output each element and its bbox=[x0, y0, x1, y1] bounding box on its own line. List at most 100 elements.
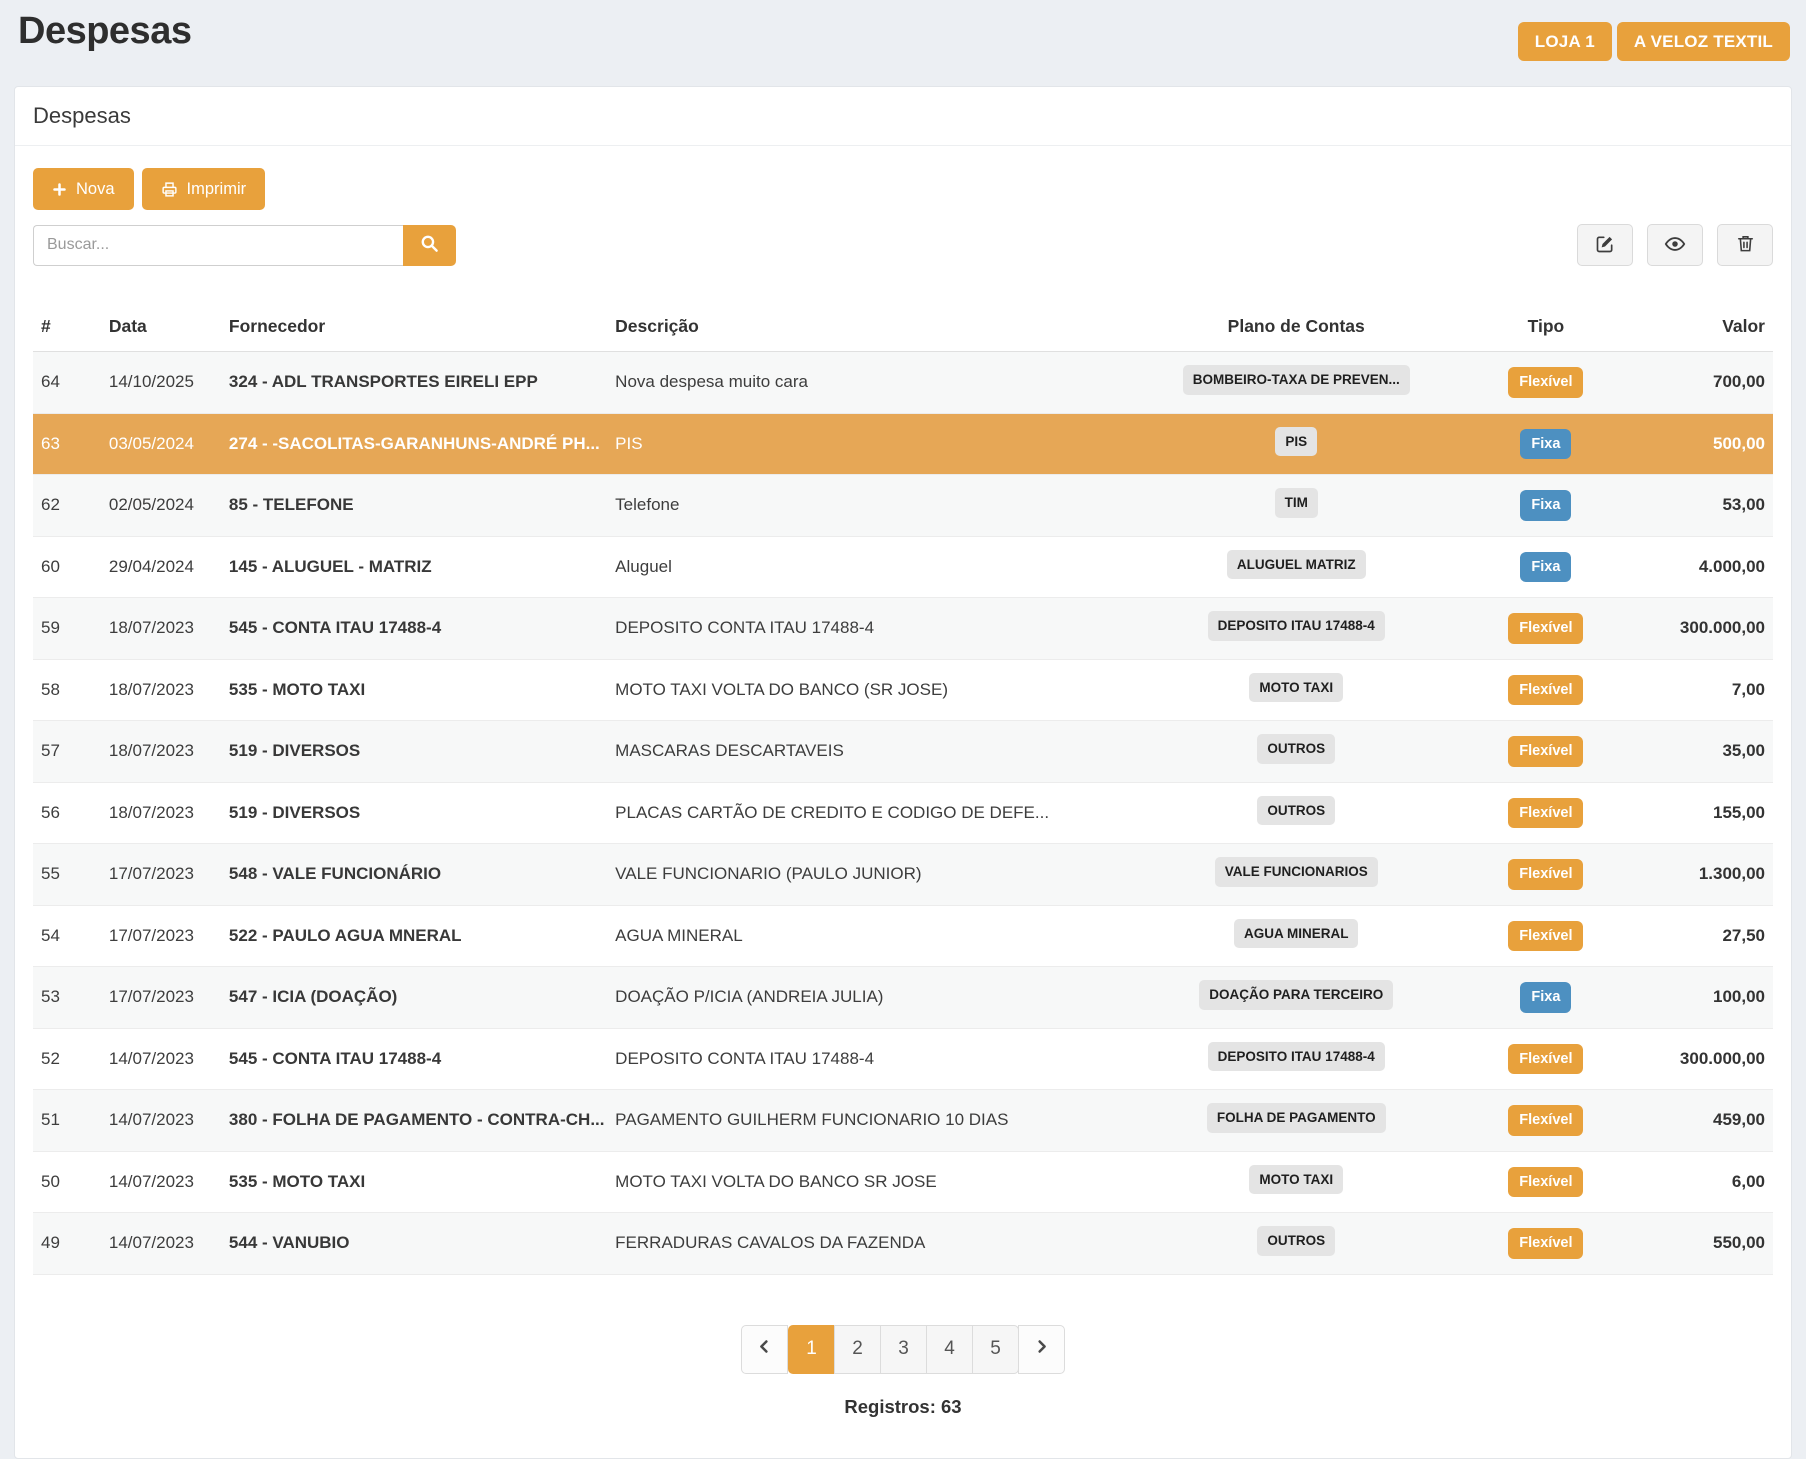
printer-icon bbox=[161, 181, 178, 198]
row-type-cell: Flexível bbox=[1465, 598, 1627, 660]
row-date: 17/07/2023 bbox=[101, 967, 221, 1029]
type-badge: Fixa bbox=[1520, 982, 1571, 1013]
page-3-button[interactable]: 3 bbox=[880, 1325, 927, 1374]
page-5-button[interactable]: 5 bbox=[972, 1325, 1019, 1374]
type-badge: Flexível bbox=[1508, 1044, 1583, 1075]
type-badge: Flexível bbox=[1508, 1105, 1583, 1136]
table-row[interactable]: 58 18/07/2023 535 - MOTO TAXI MOTO TAXI … bbox=[33, 659, 1773, 721]
row-description: DEPOSITO CONTA ITAU 17488-4 bbox=[607, 598, 1127, 660]
search-row bbox=[33, 224, 1773, 266]
table-row[interactable]: 51 14/07/2023 380 - FOLHA DE PAGAMENTO -… bbox=[33, 1090, 1773, 1152]
table-row[interactable]: 62 02/05/2024 85 - TELEFONE Telefone TIM… bbox=[33, 475, 1773, 537]
plan-badge: FOLHA DE PAGAMENTO bbox=[1207, 1103, 1386, 1133]
row-type-cell: Flexível bbox=[1465, 352, 1627, 414]
type-badge: Fixa bbox=[1520, 490, 1571, 521]
table-row[interactable]: 55 17/07/2023 548 - VALE FUNCIONÁRIO VAL… bbox=[33, 844, 1773, 906]
column-header-fornecedor: Fornecedor bbox=[221, 304, 607, 352]
plan-badge: AGUA MINERAL bbox=[1234, 919, 1359, 949]
row-date: 14/07/2023 bbox=[101, 1028, 221, 1090]
row-description: VALE FUNCIONARIO (PAULO JUNIOR) bbox=[607, 844, 1127, 906]
column-header-descricao: Descrição bbox=[607, 304, 1127, 352]
pagination-prev-button[interactable] bbox=[741, 1325, 788, 1374]
table-row[interactable]: 63 03/05/2024 274 - -SACOLITAS-GARANHUNS… bbox=[33, 413, 1773, 475]
page-4-button[interactable]: 4 bbox=[926, 1325, 973, 1374]
row-supplier: 544 - VANUBIO bbox=[221, 1213, 607, 1275]
search-input[interactable] bbox=[33, 225, 403, 266]
row-description: PLACAS CARTÃO DE CREDITO E CODIGO DE DEF… bbox=[607, 782, 1127, 844]
row-plan-cell: AGUA MINERAL bbox=[1127, 905, 1465, 967]
row-id: 53 bbox=[33, 967, 101, 1029]
row-supplier: 85 - TELEFONE bbox=[221, 475, 607, 537]
row-description: MOTO TAXI VOLTA DO BANCO SR JOSE bbox=[607, 1151, 1127, 1213]
type-badge: Flexível bbox=[1508, 675, 1583, 706]
row-description: Aluguel bbox=[607, 536, 1127, 598]
row-type-cell: Flexível bbox=[1465, 905, 1627, 967]
table-row[interactable]: 64 14/10/2025 324 - ADL TRANSPORTES EIRE… bbox=[33, 352, 1773, 414]
table-row[interactable]: 59 18/07/2023 545 - CONTA ITAU 17488-4 D… bbox=[33, 598, 1773, 660]
view-button[interactable] bbox=[1647, 224, 1703, 266]
row-supplier: 145 - ALUGUEL - MATRIZ bbox=[221, 536, 607, 598]
row-date: 18/07/2023 bbox=[101, 598, 221, 660]
row-supplier: 274 - -SACOLITAS-GARANHUNS-ANDRÉ PH... bbox=[221, 413, 607, 475]
row-description: MOTO TAXI VOLTA DO BANCO (SR JOSE) bbox=[607, 659, 1127, 721]
row-value: 7,00 bbox=[1627, 659, 1773, 721]
row-type-cell: Fixa bbox=[1465, 536, 1627, 598]
plan-badge: PIS bbox=[1275, 427, 1317, 457]
loja-1-button[interactable]: LOJA 1 bbox=[1518, 22, 1612, 61]
row-id: 54 bbox=[33, 905, 101, 967]
table-row[interactable]: 50 14/07/2023 535 - MOTO TAXI MOTO TAXI … bbox=[33, 1151, 1773, 1213]
row-id: 55 bbox=[33, 844, 101, 906]
plan-badge: OUTROS bbox=[1257, 734, 1335, 764]
row-value: 6,00 bbox=[1627, 1151, 1773, 1213]
row-plan-cell: OUTROS bbox=[1127, 721, 1465, 783]
page-1-button[interactable]: 1 bbox=[788, 1325, 835, 1374]
row-plan-cell: MOTO TAXI bbox=[1127, 1151, 1465, 1213]
row-value: 500,00 bbox=[1627, 413, 1773, 475]
row-type-cell: Flexível bbox=[1465, 1090, 1627, 1152]
table-row[interactable]: 54 17/07/2023 522 - PAULO AGUA MNERAL AG… bbox=[33, 905, 1773, 967]
row-supplier: 545 - CONTA ITAU 17488-4 bbox=[221, 1028, 607, 1090]
row-plan-cell: MOTO TAXI bbox=[1127, 659, 1465, 721]
veloz-textil-button[interactable]: A VELOZ TEXTIL bbox=[1617, 22, 1790, 61]
row-date: 29/04/2024 bbox=[101, 536, 221, 598]
pagination-wrap: 12345 bbox=[33, 1325, 1773, 1374]
row-supplier: 519 - DIVERSOS bbox=[221, 721, 607, 783]
row-plan-cell: DEPOSITO ITAU 17488-4 bbox=[1127, 1028, 1465, 1090]
row-plan-cell: FOLHA DE PAGAMENTO bbox=[1127, 1090, 1465, 1152]
table-row[interactable]: 56 18/07/2023 519 - DIVERSOS PLACAS CART… bbox=[33, 782, 1773, 844]
card-title: Despesas bbox=[15, 87, 1791, 146]
row-supplier: 380 - FOLHA DE PAGAMENTO - CONTRA-CH... bbox=[221, 1090, 607, 1152]
search-button[interactable] bbox=[403, 225, 456, 266]
column-header-data: Data bbox=[101, 304, 221, 352]
row-value: 53,00 bbox=[1627, 475, 1773, 537]
delete-button[interactable] bbox=[1717, 224, 1773, 266]
row-type-cell: Flexível bbox=[1465, 721, 1627, 783]
table-row[interactable]: 49 14/07/2023 544 - VANUBIO FERRADURAS C… bbox=[33, 1213, 1773, 1275]
row-supplier: 535 - MOTO TAXI bbox=[221, 1151, 607, 1213]
table-row[interactable]: 52 14/07/2023 545 - CONTA ITAU 17488-4 D… bbox=[33, 1028, 1773, 1090]
row-value: 700,00 bbox=[1627, 352, 1773, 414]
row-supplier: 522 - PAULO AGUA MNERAL bbox=[221, 905, 607, 967]
imprimir-button[interactable]: Imprimir bbox=[142, 168, 266, 210]
type-badge: Flexível bbox=[1508, 367, 1583, 398]
plan-badge: OUTROS bbox=[1257, 796, 1335, 826]
row-plan-cell: OUTROS bbox=[1127, 1213, 1465, 1275]
edit-button[interactable] bbox=[1577, 224, 1633, 266]
plan-badge: DEPOSITO ITAU 17488-4 bbox=[1208, 1042, 1385, 1072]
nova-button[interactable]: Nova bbox=[33, 168, 134, 210]
registros-count: Registros: 63 bbox=[33, 1396, 1773, 1418]
table-row[interactable]: 60 29/04/2024 145 - ALUGUEL - MATRIZ Alu… bbox=[33, 536, 1773, 598]
row-value: 35,00 bbox=[1627, 721, 1773, 783]
row-type-cell: Flexível bbox=[1465, 1151, 1627, 1213]
row-id: 50 bbox=[33, 1151, 101, 1213]
pagination-next-button[interactable] bbox=[1018, 1325, 1065, 1374]
row-value: 27,50 bbox=[1627, 905, 1773, 967]
row-date: 14/07/2023 bbox=[101, 1151, 221, 1213]
type-badge: Flexível bbox=[1508, 921, 1583, 952]
page-2-button[interactable]: 2 bbox=[834, 1325, 881, 1374]
row-type-cell: Fixa bbox=[1465, 475, 1627, 537]
table-row[interactable]: 53 17/07/2023 547 - ICIA (DOAÇÃO) DOAÇÃO… bbox=[33, 967, 1773, 1029]
table-header: # Data Fornecedor Descrição Plano de Con… bbox=[33, 304, 1773, 352]
table-row[interactable]: 57 18/07/2023 519 - DIVERSOS MASCARAS DE… bbox=[33, 721, 1773, 783]
row-date: 18/07/2023 bbox=[101, 721, 221, 783]
